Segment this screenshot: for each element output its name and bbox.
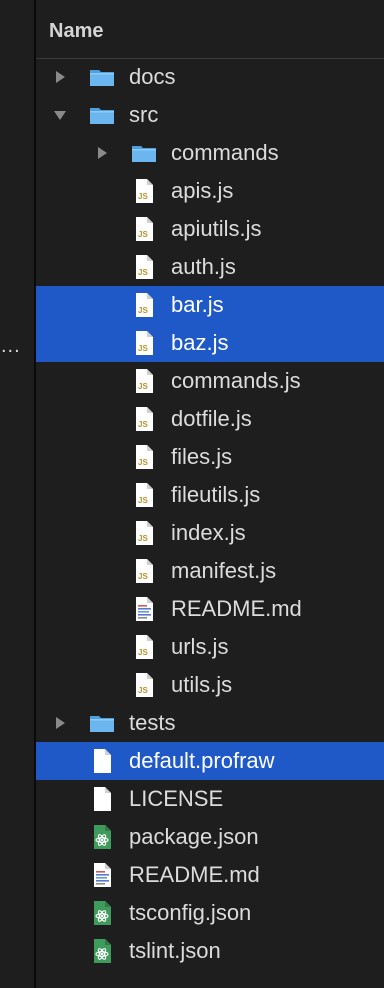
column-header-name: Name — [49, 20, 104, 42]
file-row[interactable]: JS bar.js — [36, 286, 384, 324]
item-name: bar.js — [171, 292, 224, 317]
item-name: package.json — [129, 824, 259, 849]
svg-text:JS: JS — [138, 534, 148, 543]
file-row[interactable]: JS apis.js — [36, 172, 384, 210]
folder-row[interactable]: tests — [36, 704, 384, 742]
item-name: commands — [171, 140, 279, 165]
markdown-file-icon — [130, 595, 158, 623]
item-name: tsconfig.json — [129, 900, 252, 925]
file-tree: docs src commands JS apis.js JS apiutils.js JS a… — [36, 58, 384, 970]
item-name: dotfile.js — [171, 406, 252, 431]
file-row[interactable]: JS fileutils.js — [36, 476, 384, 514]
js-file-icon: JS — [130, 177, 158, 205]
file-tree-panel: Name docs src commands JS apis.js JS apiutils.… — [36, 0, 384, 988]
file-row[interactable]: README.md — [36, 590, 384, 628]
file-row[interactable]: JS apiutils.js — [36, 210, 384, 248]
atom-file-icon — [88, 899, 116, 927]
item-name: apiutils.js — [171, 216, 262, 241]
js-file-icon: JS — [130, 519, 158, 547]
item-name: index.js — [171, 520, 246, 545]
js-file-icon: JS — [130, 253, 158, 281]
folder-row[interactable]: docs — [36, 58, 384, 96]
disclosure-expanded-icon[interactable] — [52, 107, 68, 123]
overflow-ellipsis[interactable]: ... — [1, 336, 21, 356]
disclosure-collapsed-icon[interactable] — [52, 69, 68, 85]
js-file-icon: JS — [130, 633, 158, 661]
svg-text:JS: JS — [138, 306, 148, 315]
js-file-icon: JS — [130, 481, 158, 509]
svg-text:JS: JS — [138, 686, 148, 695]
file-row[interactable]: README.md — [36, 856, 384, 894]
column-header[interactable]: Name — [36, 0, 384, 59]
file-row[interactable]: default.profraw — [36, 742, 384, 780]
blank-file-icon — [88, 747, 116, 775]
atom-file-icon — [88, 823, 116, 851]
file-row[interactable]: JS baz.js — [36, 324, 384, 362]
atom-file-icon — [88, 937, 116, 965]
svg-text:JS: JS — [138, 420, 148, 429]
js-file-icon: JS — [130, 671, 158, 699]
item-name: tests — [129, 710, 176, 735]
left-pane: ... — [0, 0, 34, 988]
item-name: default.profraw — [129, 748, 275, 773]
js-file-icon: JS — [130, 329, 158, 357]
folder-row[interactable]: commands — [36, 134, 384, 172]
item-name: auth.js — [171, 254, 236, 279]
file-row[interactable]: JS dotfile.js — [36, 400, 384, 438]
item-name: LICENSE — [129, 786, 224, 811]
folder-icon — [130, 139, 158, 167]
file-row[interactable]: JS manifest.js — [36, 552, 384, 590]
svg-text:JS: JS — [138, 496, 148, 505]
item-name: urls.js — [171, 634, 229, 659]
item-name: files.js — [171, 444, 233, 469]
item-name: commands.js — [171, 368, 301, 393]
item-name: docs — [129, 64, 176, 89]
js-file-icon: JS — [130, 443, 158, 471]
file-row[interactable]: JS urls.js — [36, 628, 384, 666]
file-row[interactable]: JS commands.js — [36, 362, 384, 400]
item-name: utils.js — [171, 672, 233, 697]
file-row[interactable]: JS files.js — [36, 438, 384, 476]
file-row[interactable]: JS index.js — [36, 514, 384, 552]
disclosure-collapsed-icon[interactable] — [94, 145, 110, 161]
svg-text:JS: JS — [138, 344, 148, 353]
js-file-icon: JS — [130, 215, 158, 243]
js-file-icon: JS — [130, 405, 158, 433]
svg-text:JS: JS — [138, 572, 148, 581]
folder-icon — [88, 63, 116, 91]
js-file-icon: JS — [130, 291, 158, 319]
item-name: README.md — [129, 862, 260, 887]
item-name: fileutils.js — [171, 482, 261, 507]
folder-icon — [88, 101, 116, 129]
file-row[interactable]: tslint.json — [36, 932, 384, 970]
markdown-file-icon — [88, 861, 116, 889]
folder-row[interactable]: src — [36, 96, 384, 134]
item-name: src — [129, 102, 159, 127]
file-row[interactable]: JS utils.js — [36, 666, 384, 704]
blank-file-icon — [88, 785, 116, 813]
file-row[interactable]: JS auth.js — [36, 248, 384, 286]
file-row[interactable]: package.json — [36, 818, 384, 856]
js-file-icon: JS — [130, 557, 158, 585]
item-name: baz.js — [171, 330, 229, 355]
svg-text:JS: JS — [138, 268, 148, 277]
file-row[interactable]: LICENSE — [36, 780, 384, 818]
item-name: README.md — [171, 596, 302, 621]
svg-text:JS: JS — [138, 458, 148, 467]
svg-text:JS: JS — [138, 230, 148, 239]
item-name: manifest.js — [171, 558, 277, 583]
item-name: apis.js — [171, 178, 234, 203]
svg-text:JS: JS — [138, 382, 148, 391]
disclosure-collapsed-icon[interactable] — [52, 715, 68, 731]
svg-text:JS: JS — [138, 648, 148, 657]
js-file-icon: JS — [130, 367, 158, 395]
svg-text:JS: JS — [138, 192, 148, 201]
item-name: tslint.json — [129, 938, 221, 963]
file-row[interactable]: tsconfig.json — [36, 894, 384, 932]
folder-icon — [88, 709, 116, 737]
